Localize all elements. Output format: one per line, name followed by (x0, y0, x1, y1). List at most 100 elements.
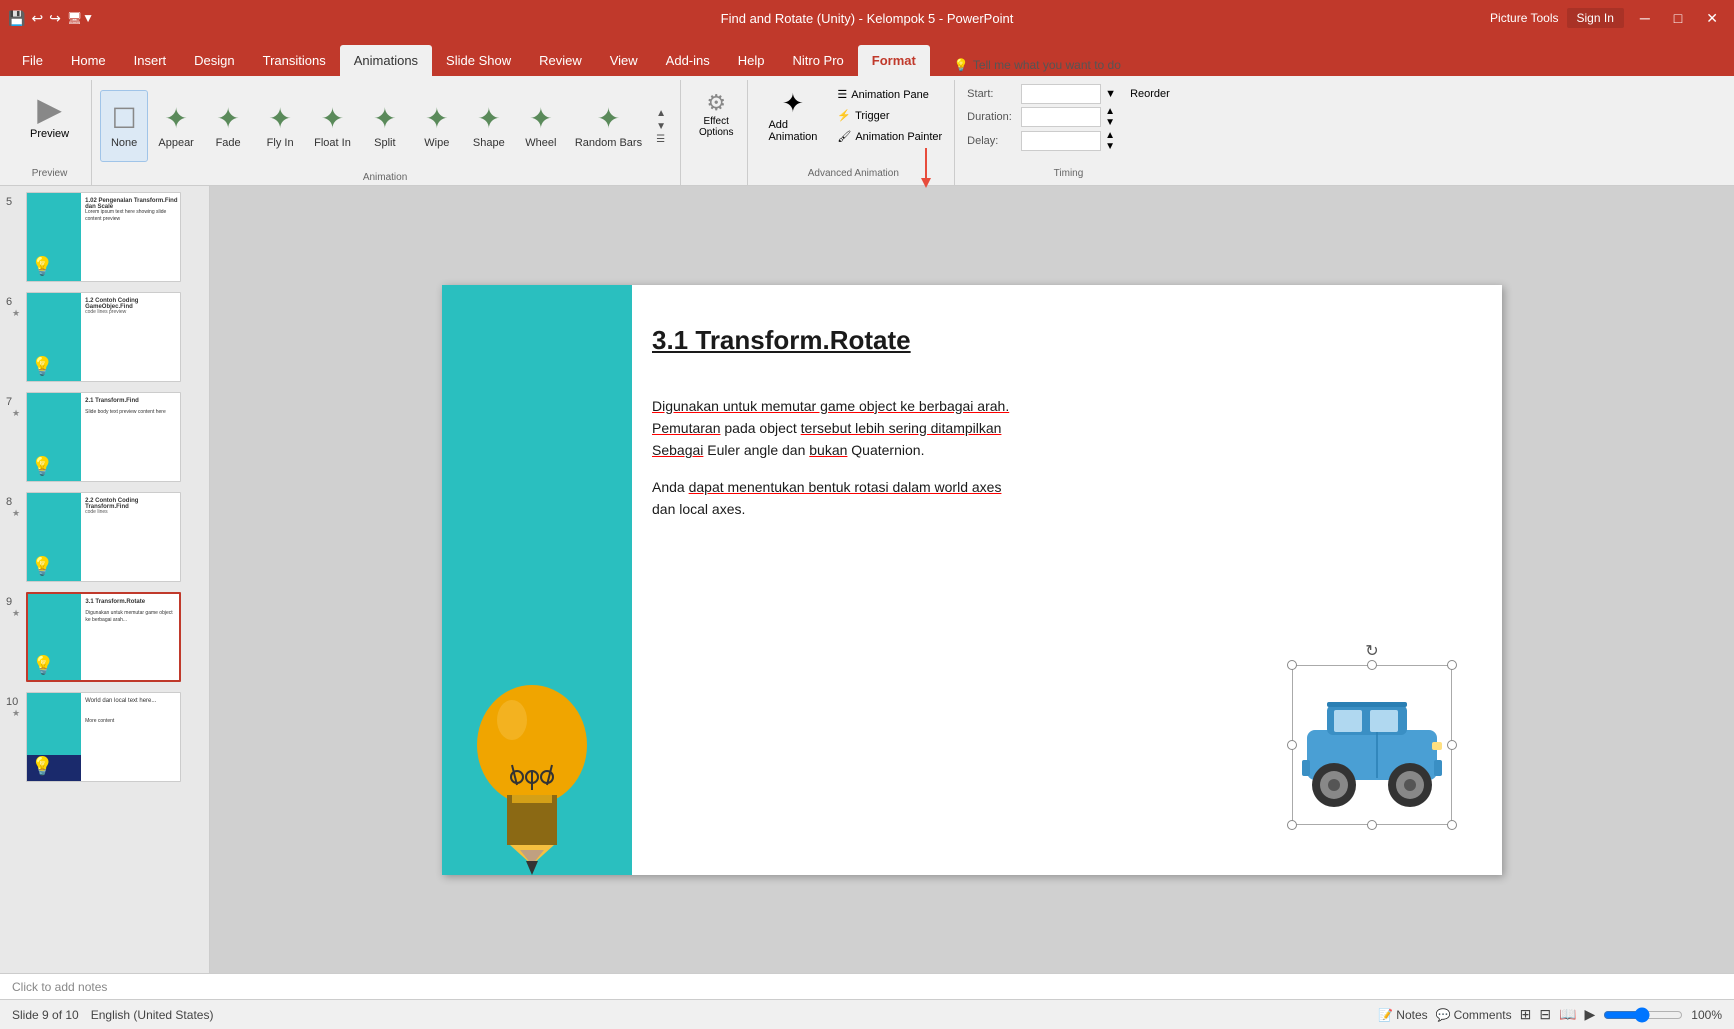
close-button[interactable]: ✕ (1698, 8, 1726, 29)
adv-group-label: Advanced Animation (808, 168, 899, 181)
notes-button[interactable]: 📝 Notes (1378, 1008, 1427, 1022)
preview-group: ▶ Preview Preview (8, 80, 92, 185)
anim-wipe[interactable]: ✦ Wipe (413, 90, 461, 162)
trigger-icon: ⚡ (837, 109, 851, 122)
anim-wheel[interactable]: ✦ Wheel (517, 90, 565, 162)
tab-transitions[interactable]: Transitions (249, 45, 340, 76)
anim-appear[interactable]: ✦ Appear (152, 90, 200, 162)
rotation-handle[interactable]: ↻ (1365, 641, 1378, 661)
tab-review[interactable]: Review (525, 45, 596, 76)
scroll-down-arrow[interactable]: ▼ (656, 121, 666, 132)
reading-view-button[interactable]: 📖 (1559, 1006, 1576, 1023)
tab-animations[interactable]: Animations (340, 45, 432, 76)
anim-fade[interactable]: ✦ Fade (204, 90, 252, 162)
slide-item-6[interactable]: 6 ★ 1.2 Contoh Coding GameObjec.Find cod… (4, 290, 205, 384)
signin-button[interactable]: Sign In (1567, 8, 1624, 28)
delay-input[interactable] (1021, 131, 1101, 151)
handle-bl[interactable] (1287, 820, 1297, 830)
redo-icon[interactable]: ↪ (49, 10, 61, 27)
anim-appear-label: Appear (158, 137, 193, 150)
scroll-more-arrow[interactable]: ☰ (656, 134, 666, 145)
slide-item-7[interactable]: 7 ★ 2.1 Transform.Find Slide body text p… (4, 390, 205, 484)
minimize-button[interactable]: ─ (1632, 8, 1658, 28)
slide-item-10[interactable]: 10 ★ World dan local text here... More c… (4, 690, 205, 784)
anim-randombars[interactable]: ✦ Random Bars (569, 90, 648, 162)
slide-thumb-9[interactable]: 3.1 Transform.Rotate Digunakan untuk mem… (26, 592, 181, 682)
randombars-icon: ✦ (597, 102, 620, 136)
slideshow-button[interactable]: ▶ (1585, 1006, 1596, 1023)
preview-button[interactable]: ▶ Preview (18, 84, 81, 146)
anim-split[interactable]: ✦ Split (361, 90, 409, 162)
tab-nitropro[interactable]: Nitro Pro (779, 45, 858, 76)
notes-placeholder: Click to add notes (12, 980, 107, 994)
tab-format[interactable]: Format (858, 45, 930, 76)
slide-sorter-button[interactable]: ⊟ (1539, 1006, 1551, 1023)
slide-thumb-6[interactable]: 1.2 Contoh Coding GameObjec.Find code li… (26, 292, 181, 382)
duration-spinner-up[interactable]: ▲▼ (1105, 106, 1115, 128)
slide-body-paragraph-2: Anda dapat menentukan bentuk rotasi dala… (652, 476, 1482, 521)
language-label: English (United States) (91, 1008, 214, 1022)
tell-me-bar[interactable]: 💡 Tell me what you want to do (946, 54, 1129, 76)
handle-tl[interactable] (1287, 660, 1297, 670)
timing-group-label: Timing (1054, 168, 1084, 181)
car-image-container[interactable]: ↻ (1292, 665, 1452, 825)
tab-file[interactable]: File (8, 45, 57, 76)
comments-button[interactable]: 💬 Comments (1436, 1008, 1512, 1022)
handle-tr[interactable] (1447, 660, 1457, 670)
slide-10-bulb-icon: 💡 (31, 756, 53, 777)
slide-item-5[interactable]: 5 1.02 Pengenalan Transform.Find dan Sca… (4, 190, 205, 284)
animation-painter-button[interactable]: 🖌 Animation Painter (833, 128, 946, 145)
duration-input[interactable] (1021, 107, 1101, 127)
anim-flyin-label: Fly In (267, 137, 294, 150)
slide-canvas: 3.1 Transform.Rotate Digunakan untuk mem… (210, 186, 1734, 973)
animation-items: ☐ None ✦ Appear ✦ Fade ✦ Fly In ✦ Float … (100, 80, 670, 172)
anim-none[interactable]: ☐ None (100, 90, 148, 162)
maximize-button[interactable]: □ (1666, 8, 1690, 28)
tab-slideshow[interactable]: Slide Show (432, 45, 525, 76)
start-input[interactable] (1021, 84, 1101, 104)
slide-star-10: ★ (12, 708, 20, 719)
slide-thumb-5[interactable]: 1.02 Pengenalan Transform.Find dan Scale… (26, 192, 181, 282)
anim-flyin[interactable]: ✦ Fly In (256, 90, 304, 162)
slide-info: Slide 9 of 10 (12, 1008, 79, 1022)
slide-item-9[interactable]: 9 ★ 3.1 Transform.Rotate Digunakan untuk… (4, 590, 205, 684)
scroll-up-arrow[interactable]: ▲ (656, 108, 666, 119)
slide-item-8[interactable]: 8 ★ 2.2 Contoh Coding Transform.Find cod… (4, 490, 205, 584)
slide-num-10: 10 (6, 696, 22, 708)
delay-label: Delay: (967, 135, 1017, 147)
trigger-button[interactable]: ⚡ Trigger (833, 107, 946, 124)
slide-thumb-10[interactable]: World dan local text here... More conten… (26, 692, 181, 782)
effect-options-button[interactable]: ⚙ EffectOptions (693, 84, 739, 144)
start-dropdown-icon[interactable]: ▼ (1105, 88, 1116, 100)
tab-help[interactable]: Help (724, 45, 779, 76)
undo-icon[interactable]: ↩ (31, 10, 43, 27)
statusbar-right: 📝 Notes 💬 Comments ⊞ ⊟ 📖 ▶ 100% (1378, 1006, 1722, 1023)
delay-spinner[interactable]: ▲▼ (1105, 130, 1115, 152)
lightbulb-icon: 💡 (954, 58, 969, 72)
notes-area[interactable]: Click to add notes (0, 973, 1734, 999)
animation-pane-icon: ☰ (837, 88, 847, 101)
tab-view[interactable]: View (596, 45, 652, 76)
tab-design[interactable]: Design (180, 45, 248, 76)
save-icon[interactable]: 💾 (8, 10, 25, 27)
anim-floatin[interactable]: ✦ Float In (308, 90, 357, 162)
handle-bm[interactable] (1367, 820, 1377, 830)
zoom-slider[interactable] (1603, 1007, 1683, 1023)
customize-icon[interactable]: 🖥▼ (67, 11, 94, 25)
animation-pane-button[interactable]: ☰ Animation Pane (833, 86, 946, 103)
tell-me-container[interactable]: 💡 Tell me what you want to do (946, 54, 1129, 76)
tell-me-text[interactable]: Tell me what you want to do (973, 58, 1121, 72)
slide-main-content[interactable]: 3.1 Transform.Rotate Digunakan untuk mem… (442, 285, 1502, 875)
handle-tm[interactable] (1367, 660, 1377, 670)
tab-insert[interactable]: Insert (120, 45, 181, 76)
anim-shape[interactable]: ✦ Shape (465, 90, 513, 162)
normal-view-button[interactable]: ⊞ (1520, 1006, 1532, 1023)
slide-thumb-7[interactable]: 2.1 Transform.Find Slide body text previ… (26, 392, 181, 482)
slide-thumb-8[interactable]: 2.2 Contoh Coding Transform.Find code li… (26, 492, 181, 582)
add-animation-button[interactable]: ✦ AddAnimation (760, 84, 825, 147)
handle-br[interactable] (1447, 820, 1457, 830)
tab-home[interactable]: Home (57, 45, 120, 76)
slide-7-bulb-icon: 💡 (31, 456, 53, 477)
tab-addins[interactable]: Add-ins (652, 45, 724, 76)
floatin-icon: ✦ (321, 102, 344, 136)
